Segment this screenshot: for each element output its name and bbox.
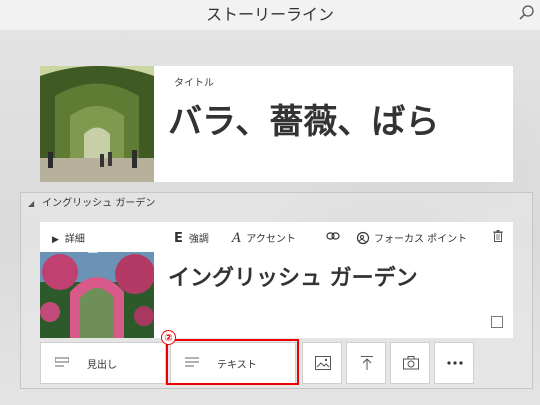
camera-icon — [403, 356, 419, 370]
heading-icon — [55, 357, 69, 367]
card-heading[interactable]: イングリッシュ ガーデン — [168, 260, 418, 292]
section-header[interactable]: ◢ イングリッシュ ガーデン — [28, 194, 155, 214]
link-icon — [326, 232, 340, 240]
more-icon — [447, 361, 463, 365]
heading-label: 見出し — [87, 360, 117, 371]
search-icon[interactable] — [518, 4, 536, 22]
image-icon — [315, 356, 331, 370]
add-heading-button[interactable]: 見出し — [40, 342, 166, 384]
expand-triangle-icon: ▶ — [52, 235, 59, 245]
focus-point-button[interactable]: フォーカス ポイント — [356, 230, 467, 245]
trash-icon[interactable] — [493, 230, 503, 242]
section-title: イングリッシュ ガーデン — [42, 198, 156, 209]
card-photo[interactable] — [40, 252, 154, 338]
title-text[interactable]: バラ、薔薇、ばら — [168, 94, 439, 143]
app-title: ストーリーライン — [205, 5, 334, 24]
collapse-caret-icon[interactable]: ◢ — [28, 194, 34, 214]
more-button[interactable] — [434, 342, 474, 384]
upload-icon — [361, 356, 373, 370]
accent-button[interactable]: A アクセント — [232, 230, 296, 246]
focus-point-icon — [356, 231, 370, 245]
accent-icon: A — [232, 231, 242, 246]
details-toggle[interactable]: ▶ 詳細 — [52, 230, 85, 245]
link-button[interactable] — [326, 231, 340, 244]
upload-button[interactable] — [346, 342, 386, 384]
step-callout: ② — [161, 330, 176, 345]
text-card[interactable]: ▶ 詳細 E 強調 A アクセント フォーカス ポイント イングリッシュ ガーデ… — [40, 222, 513, 338]
add-image-button[interactable] — [302, 342, 342, 384]
emphasis-icon: E — [174, 231, 183, 246]
title-label: タイトル — [174, 78, 214, 89]
text-overlay-icon — [88, 243, 104, 253]
title-photo — [40, 66, 154, 182]
select-checkbox[interactable] — [491, 316, 503, 328]
emphasis-button[interactable]: E 強調 — [174, 230, 209, 246]
title-card[interactable]: タイトル バラ、薔薇、ばら — [40, 66, 513, 182]
details-label: 詳細 — [64, 234, 85, 245]
highlight-box — [166, 339, 299, 385]
camera-button[interactable] — [390, 342, 430, 384]
title-bar: ストーリーライン — [0, 0, 540, 30]
